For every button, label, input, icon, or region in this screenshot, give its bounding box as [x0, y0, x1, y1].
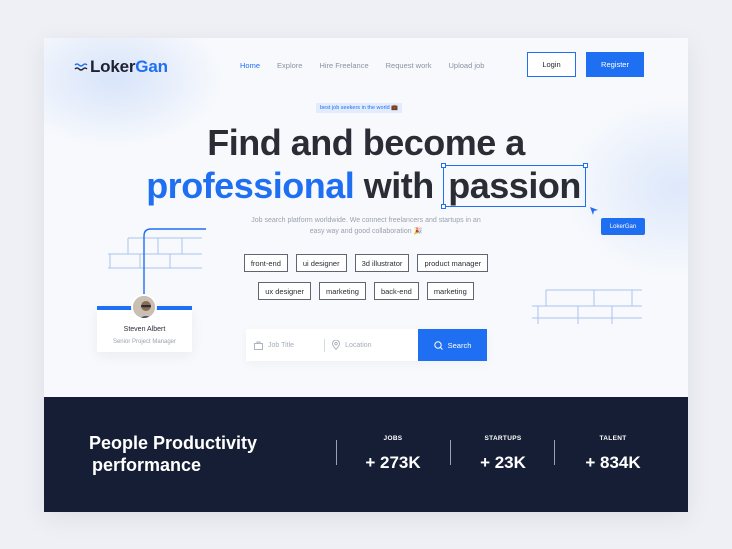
waves-icon — [74, 63, 88, 71]
hero-mid-word: with — [363, 165, 434, 206]
tag-chip[interactable]: ui designer — [295, 254, 347, 272]
decorative-lines — [532, 289, 642, 324]
stats-title: People Productivity performance — [89, 432, 257, 476]
stats-title-line1: People Productivity — [89, 433, 258, 453]
stats-divider — [336, 440, 337, 465]
cursor-user-tag: LokerGan — [601, 218, 645, 235]
stat-value: + 834K — [585, 453, 641, 472]
tag-chip[interactable]: product manager — [417, 254, 489, 272]
search-divider — [324, 338, 326, 352]
hero-badge: best job seekers in the world 💼 — [316, 103, 403, 113]
briefcase-icon — [254, 341, 263, 350]
tag-chip[interactable]: marketing — [319, 282, 366, 300]
landing-page: LokerGan Home Explore Hire Freelance Req… — [44, 38, 688, 512]
stats-divider — [554, 440, 555, 465]
profile-card[interactable]: Steven Albert Senior Project Manager — [97, 294, 192, 352]
search-button[interactable]: Search — [418, 329, 487, 361]
stat-label: JOBS — [383, 435, 403, 442]
search-button-label: Search — [447, 340, 472, 350]
stats-divider — [450, 440, 451, 465]
stat-label: STARTUPS — [484, 435, 522, 442]
hero-title-line2: professional with passion — [44, 163, 688, 209]
stat-value: + 23K — [480, 453, 526, 472]
selection-box: passion — [441, 163, 588, 209]
nav-explore[interactable]: Explore — [277, 61, 302, 70]
tag-chip[interactable]: back-end — [373, 282, 419, 300]
search-bar: Job Title Location Search — [246, 329, 487, 361]
stat-jobs: JOBS + 273K — [362, 435, 424, 473]
logo[interactable]: LokerGan — [74, 57, 168, 77]
tag-chip[interactable]: marketing — [426, 282, 474, 300]
hero-title-line1: Find and become a — [207, 122, 525, 163]
hero-boxed-word: passion — [448, 165, 581, 206]
nav-home[interactable]: Home — [240, 61, 260, 70]
location-placeholder: Location — [345, 341, 372, 349]
location-pin-icon — [332, 340, 341, 350]
profile-role: Senior Project Manager — [112, 339, 177, 345]
search-icon — [433, 340, 443, 350]
register-button[interactable]: Register — [586, 52, 644, 77]
tag-chip[interactable]: ux designer — [258, 282, 312, 300]
profile-name: Steven Albert — [123, 326, 166, 333]
location-field[interactable]: Location — [332, 340, 372, 350]
tag-chip[interactable]: 3d illustrator — [354, 254, 410, 272]
decorative-lines — [108, 228, 206, 314]
stat-label: TALENT — [599, 435, 627, 442]
stats-section: People Productivity performance JOBS + 2… — [44, 397, 688, 512]
nav-request-work[interactable]: Request work — [386, 61, 432, 70]
stat-value: + 273K — [365, 453, 421, 472]
logo-text: LokerGan — [90, 57, 168, 76]
avatar — [131, 294, 157, 320]
stat-talent: TALENT + 834K — [577, 435, 649, 473]
main-nav: Home Explore Hire Freelance Request work… — [240, 61, 501, 70]
job-title-placeholder: Job Title — [268, 341, 295, 349]
nav-upload-job[interactable]: Upload job — [449, 61, 485, 70]
tag-chip[interactable]: front-end — [243, 254, 288, 272]
cursor-icon — [590, 207, 598, 215]
login-button[interactable]: Login — [527, 52, 576, 77]
stat-startups: STARTUPS + 23K — [472, 435, 534, 473]
stats-title-line2: performance — [92, 455, 202, 475]
hero-accent-word: professional — [146, 165, 355, 206]
job-title-field[interactable]: Job Title — [254, 341, 294, 350]
nav-hire-freelance[interactable]: Hire Freelance — [319, 61, 368, 70]
hero-subtitle: Job search platform worldwide. We connec… — [251, 217, 481, 235]
